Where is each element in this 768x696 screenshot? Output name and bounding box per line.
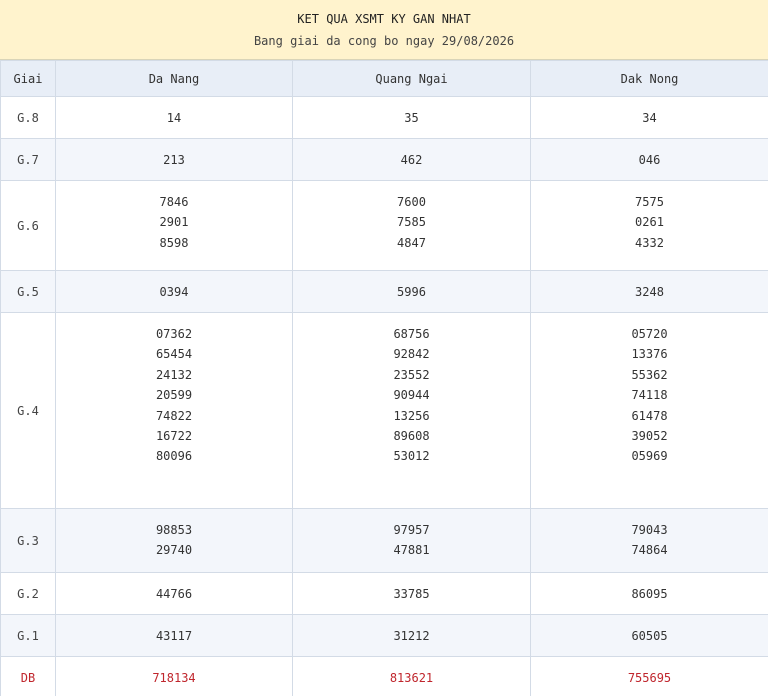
result-cell-dak-nong: 60505	[530, 614, 768, 657]
result-cell-quang-ngai: 68756 92842 23552 90944 13256 89608 53012	[292, 312, 531, 509]
table-header-row: Giai Da Nang Quang Ngai Dak Nong	[0, 60, 768, 97]
page-subtitle: Bang giai da cong bo ngay 29/08/2026	[253, 34, 515, 48]
result-cell-dak-nong: 86095	[530, 572, 768, 615]
prize-label: G.8	[0, 96, 56, 139]
column-header-quang-ngai: Quang Ngai	[292, 60, 531, 97]
results-body: G.8 14 35 34 G.7 213 462 046 G.6 7846 2901 8598 7600…	[0, 96, 768, 696]
result-cell-dak-nong: 34	[530, 96, 768, 139]
result-number: 35	[404, 111, 419, 125]
result-number: 86095	[631, 587, 668, 601]
table-row: G.4 07362 65454 24132 20599 74822 16722 80096 68…	[0, 312, 768, 509]
result-number: 8598	[159, 235, 189, 250]
prize-label: DB	[0, 656, 56, 696]
table-row: DB 718134 813621 755695	[0, 656, 768, 696]
result-number: 813621	[389, 671, 434, 685]
result-number: 14	[166, 111, 182, 125]
result-number: 718134	[152, 671, 196, 685]
result-cell-da-nang: 98853 29740	[55, 508, 293, 573]
table-row: G.6 7846 2901 8598 7600 7585 4847 7575 0261 4332	[0, 180, 768, 271]
result-number: 755695	[627, 671, 672, 685]
result-cell-quang-ngai: 33785	[292, 572, 531, 615]
result-number: 43117	[155, 629, 193, 643]
column-header-prize: Giai	[0, 60, 56, 97]
result-number: 4332	[635, 235, 664, 250]
result-cell-da-nang: 0394	[55, 270, 293, 313]
result-number: 33785	[393, 587, 430, 601]
result-cell-dak-nong: 755695	[530, 656, 768, 696]
result-number: 47881	[393, 543, 430, 558]
result-number: 44766	[155, 587, 193, 601]
result-number: 53012	[393, 449, 430, 464]
table-row: G.2 44766 33785 86095	[0, 572, 768, 615]
result-cell-quang-ngai: 35	[292, 96, 531, 139]
result-cell-quang-ngai: 5996	[292, 270, 531, 313]
result-cell-dak-nong: 3248	[530, 270, 768, 313]
result-cell-da-nang: 43117	[55, 614, 293, 657]
result-number: 213	[163, 153, 185, 167]
table-row: G.1 43117 31212 60505	[0, 614, 768, 657]
prize-label: G.6	[0, 180, 56, 271]
prize-label: G.7	[0, 138, 56, 181]
results-header: KET QUA XSMT KY GAN NHAT Bang giai da co…	[0, 0, 768, 60]
result-cell-quang-ngai: 97957 47881	[292, 508, 531, 573]
table-row: G.7 213 462 046	[0, 138, 768, 181]
result-cell-quang-ngai: 31212	[292, 614, 531, 657]
prize-label: G.4	[0, 312, 56, 509]
result-number: 05969	[631, 449, 668, 464]
column-header-da-nang: Da Nang	[55, 60, 293, 97]
result-number: 34	[642, 111, 657, 125]
result-cell-da-nang: 44766	[55, 572, 293, 615]
result-number: 31212	[393, 629, 430, 643]
table-row: G.5 0394 5996 3248	[0, 270, 768, 313]
result-cell-da-nang: 07362 65454 24132 20599 74822 16722 80096	[55, 312, 293, 509]
prize-label: G.5	[0, 270, 56, 313]
result-cell-dak-nong: 046	[530, 138, 768, 181]
table-row: G.3 98853 29740 97957 47881 79043 74864	[0, 508, 768, 573]
result-cell-quang-ngai: 813621	[292, 656, 531, 696]
result-number: 80096	[155, 449, 193, 464]
result-cell-da-nang: 718134	[55, 656, 293, 696]
prize-label: G.1	[0, 614, 56, 657]
result-number: 046	[638, 153, 661, 167]
result-cell-da-nang: 213	[55, 138, 293, 181]
result-cell-da-nang: 7846 2901 8598	[55, 180, 293, 271]
results-page: KET QUA XSMT KY GAN NHAT Bang giai da co…	[0, 0, 768, 696]
result-number: 3248	[635, 285, 664, 299]
result-cell-dak-nong: 05720 13376 55362 74118 61478 39052 05969	[530, 312, 768, 509]
result-number: 4847	[397, 235, 426, 250]
result-number: 0394	[159, 285, 189, 299]
column-header-dak-nong: Dak Nong	[530, 60, 768, 97]
prize-label: G.2	[0, 572, 56, 615]
page-title: KET QUA XSMT KY GAN NHAT	[297, 12, 471, 26]
result-cell-quang-ngai: 462	[292, 138, 531, 181]
prize-label: G.3	[0, 508, 56, 573]
result-number: 29740	[155, 543, 193, 558]
result-number: 74864	[631, 543, 668, 558]
result-number: 5996	[397, 285, 426, 299]
result-number: 462	[400, 153, 423, 167]
table-row: G.8 14 35 34	[0, 96, 768, 139]
results-table: Giai Da Nang Quang Ngai Dak Nong G.8 14 35…	[0, 60, 768, 696]
result-cell-quang-ngai: 7600 7585 4847	[292, 180, 531, 271]
result-cell-dak-nong: 79043 74864	[530, 508, 768, 573]
result-number: 60505	[631, 629, 668, 643]
result-cell-da-nang: 14	[55, 96, 293, 139]
result-cell-dak-nong: 7575 0261 4332	[530, 180, 768, 271]
